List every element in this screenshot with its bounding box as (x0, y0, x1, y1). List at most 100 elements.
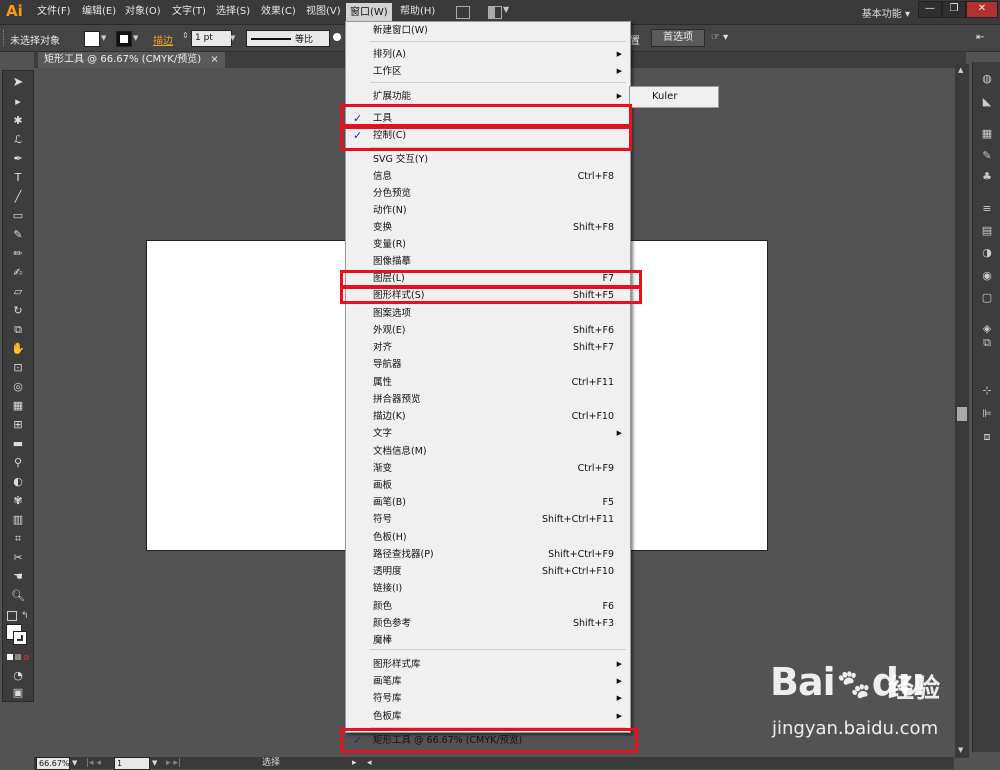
menu-window[interactable]: 窗口(W) (346, 3, 392, 22)
pen-tool-icon[interactable]: ✒ (9, 151, 27, 167)
window-menu-item[interactable]: 画板 (346, 477, 630, 494)
window-menu-item[interactable]: 对齐 Shift+F7 (346, 339, 630, 356)
zoom-tool-icon[interactable]: 🔍︎ (9, 588, 27, 604)
menu-select[interactable]: 选择(S) (215, 0, 251, 24)
window-menu-item[interactable]: 分色预览 (346, 185, 630, 202)
transform-icon[interactable]: ⊹ (979, 384, 995, 398)
scroll-down-icon[interactable]: ▼ (958, 746, 963, 754)
window-menu-item[interactable]: 排列(A) ▶ (346, 46, 630, 63)
transparency-icon[interactable]: ◑ (979, 246, 995, 260)
restore-button[interactable]: ❐ (942, 1, 966, 18)
blend-tool-icon[interactable]: ◐ (9, 474, 27, 490)
window-menu-item[interactable]: 变换 Shift+F8 (346, 219, 630, 236)
window-menu-item[interactable]: 扩展功能 ▶ (346, 88, 630, 105)
scroll-up-icon[interactable]: ▲ (958, 66, 963, 74)
menu-object[interactable]: 对象(O) (124, 0, 162, 24)
document-tab[interactable]: 矩形工具 @ 66.67% (CMYK/预览) × (38, 52, 225, 68)
panel-menu-icon[interactable]: ⇤ (976, 32, 984, 43)
close-tab-icon[interactable]: × (210, 54, 218, 65)
color-panel-icon[interactable]: ◣ (979, 95, 995, 109)
window-menu-item[interactable]: 色板库 ▶ (346, 708, 630, 725)
stroke-link[interactable]: 描边 (153, 32, 173, 47)
window-menu-item[interactable]: 画笔(B) F5 (346, 494, 630, 511)
draw-mode-icon[interactable]: ◔ (9, 668, 27, 684)
zoom-field[interactable]: 66.67% (36, 757, 70, 770)
window-menu-item[interactable]: 导航器 (346, 356, 630, 373)
menu-view[interactable]: 视图(V) (305, 0, 342, 24)
gradient-panel-icon[interactable]: ▤ (979, 224, 995, 238)
window-menu-item[interactable]: 画笔库 ▶ (346, 673, 630, 690)
artboard-number-field[interactable]: 1 (114, 757, 150, 770)
window-menu-item[interactable]: 透明度 Shift+Ctrl+F10 (346, 563, 630, 580)
hand-tool-icon[interactable]: ☚ (9, 569, 27, 585)
paintbrush-tool-icon[interactable]: ✎ (9, 227, 27, 243)
window-menu-item[interactable]: 外观(E) Shift+F6 (346, 322, 630, 339)
align-icon[interactable]: ⊫ (979, 407, 995, 421)
stroke-swatch[interactable] (116, 31, 132, 47)
arrange-documents-icon[interactable] (488, 6, 502, 19)
scroll-left-icon[interactable]: ◂ (367, 757, 372, 769)
window-menu-item[interactable]: 图案选项 (346, 305, 630, 322)
brushes-icon[interactable]: ✎ (979, 149, 995, 163)
mesh-tool-icon[interactable]: ⊞ (9, 417, 27, 433)
menu-edit[interactable]: 编辑(E) (81, 0, 117, 24)
gradient-mode-icon[interactable] (15, 654, 21, 660)
variable-width-profile[interactable]: 等比 (246, 30, 330, 47)
appearance-icon[interactable]: ◉ (979, 269, 995, 283)
preferences-button[interactable]: 首选项 (651, 29, 705, 47)
window-menu-item[interactable]: 路径查找器(P) Shift+Ctrl+F9 (346, 546, 630, 563)
window-menu-item[interactable]: 图像描摹 (346, 253, 630, 270)
column-graph-tool-icon[interactable]: ▥ (9, 512, 27, 528)
type-tool-icon[interactable]: T (9, 170, 27, 186)
minimize-button[interactable]: — (918, 1, 942, 18)
panel-grip[interactable] (3, 30, 6, 46)
chevron-down-icon[interactable]: ▼ (152, 757, 157, 769)
chevron-down-icon[interactable]: ▼ (133, 34, 138, 42)
swap-colors-icon[interactable]: ↰ (21, 611, 29, 621)
menu-file[interactable]: 文件(F) (36, 0, 72, 24)
magic-wand-tool-icon[interactable]: ✱ (9, 113, 27, 129)
line-tool-icon[interactable]: ╱ (9, 189, 27, 205)
first-artboard-icon[interactable]: |◂ ◂ (86, 757, 101, 769)
eyedropper-tool-icon[interactable]: ⚲ (9, 455, 27, 471)
document-setup-button[interactable]: 置 (630, 32, 640, 47)
free-transform-tool-icon[interactable]: ⊡ (9, 360, 27, 376)
status-menu-icon[interactable]: ▸ (352, 757, 357, 769)
gradient-tool-icon[interactable]: ▬ (9, 436, 27, 452)
rectangle-tool-icon[interactable]: ▭ (9, 208, 27, 224)
none-mode-icon[interactable]: ⊘ (23, 653, 30, 662)
stroke-panel-icon[interactable]: ≡ (979, 202, 995, 216)
window-menu-item[interactable]: 符号库 ▶ (346, 690, 630, 707)
blob-brush-tool-icon[interactable]: ✍ (9, 265, 27, 281)
next-artboard-icon[interactable]: ▸ ▸| (166, 757, 181, 769)
menu-effect[interactable]: 效果(C) (260, 0, 297, 24)
workspace-switcher[interactable]: 基本功能 ▾ (862, 5, 910, 20)
shape-builder-tool-icon[interactable]: ◎ (9, 379, 27, 395)
window-menu-item[interactable]: 图形样式库 ▶ (346, 656, 630, 673)
graphic-styles-icon[interactable]: ▢ (979, 291, 995, 305)
default-colors-icon[interactable] (7, 611, 17, 621)
window-menu-item[interactable]: 动作(N) (346, 202, 630, 219)
window-menu-item[interactable]: 描边(K) Ctrl+F10 (346, 408, 630, 425)
window-menu-item[interactable]: 文档信息(M) (346, 443, 630, 460)
direct-selection-tool-icon[interactable]: ▸ (9, 94, 27, 110)
window-menu-item[interactable]: SVG 交互(Y) (346, 151, 630, 168)
window-menu-item[interactable]: 工作区 ▶ (346, 63, 630, 80)
symbols-icon[interactable]: ♣ (979, 170, 995, 184)
chevron-down-icon[interactable]: ▼ (72, 757, 77, 769)
window-menu-item[interactable]: 变量(R) (346, 236, 630, 253)
menu-type[interactable]: 文字(T) (171, 0, 207, 24)
scale-tool-icon[interactable]: ⧉ (9, 322, 27, 338)
submenu-item-kuler[interactable]: Kuler (652, 87, 677, 107)
window-menu-item[interactable]: 新建窗口(W) (346, 22, 630, 39)
fill-swatch[interactable] (84, 31, 100, 47)
artboard-tool-icon[interactable]: ⌗ (9, 531, 27, 547)
window-menu-item[interactable]: 信息 Ctrl+F8 (346, 168, 630, 185)
bridge-icon[interactable] (456, 6, 470, 19)
warp-tool-icon[interactable]: ✋ (9, 341, 27, 357)
layers-icon[interactable]: ◈ (979, 322, 995, 336)
stepper-icon[interactable]: ⇕ (182, 31, 189, 40)
window-menu-item[interactable]: 属性 Ctrl+F11 (346, 374, 630, 391)
chevron-down-icon[interactable]: ▼ (230, 34, 235, 42)
scroll-thumb[interactable] (957, 407, 967, 421)
